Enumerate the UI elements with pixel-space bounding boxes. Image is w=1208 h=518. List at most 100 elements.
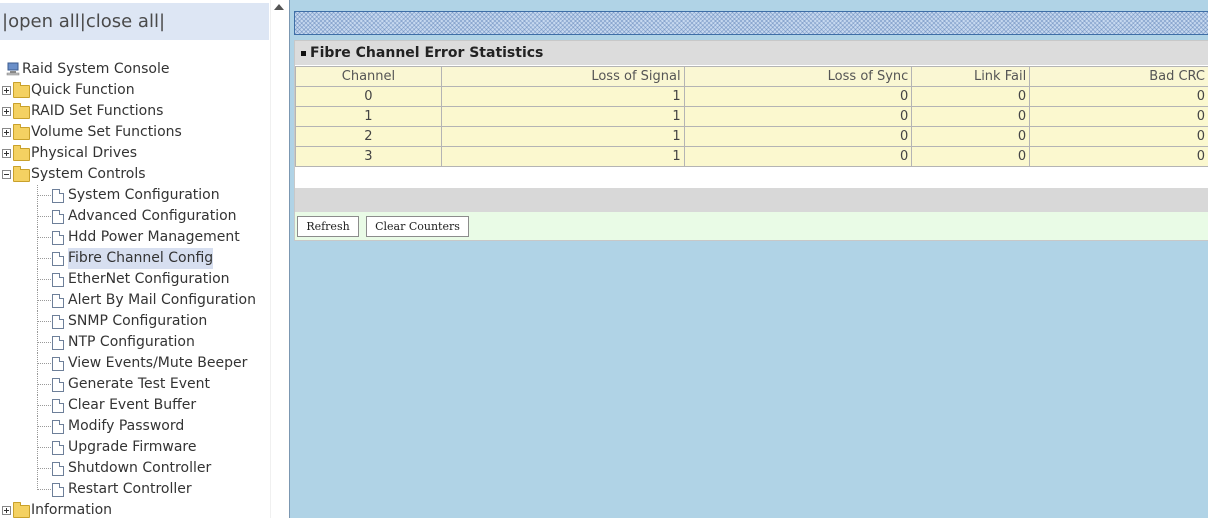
folder-label: System Controls bbox=[31, 166, 146, 182]
folder-label: Information bbox=[31, 502, 113, 518]
tree-item-label: Fibre Channel Config bbox=[68, 248, 214, 269]
column-header: Loss of Sync bbox=[683, 66, 913, 87]
tree-item-label: Restart Controller bbox=[68, 481, 192, 497]
open-all-link[interactable]: open all bbox=[8, 11, 80, 32]
content-frame: Fibre Channel Error Statistics Channel L… bbox=[289, 0, 1208, 518]
tree-folder-physical-drives[interactable]: Physical Drives bbox=[0, 143, 270, 164]
page-icon bbox=[52, 294, 64, 308]
table-cell: 1 bbox=[440, 146, 685, 167]
expand-icon[interactable] bbox=[2, 86, 11, 95]
header-pattern-bar bbox=[294, 11, 1208, 35]
tree-item-label: System Configuration bbox=[68, 187, 220, 203]
table-row: 2 1 0 0 0 bbox=[295, 126, 1208, 147]
separator-bar bbox=[295, 188, 1208, 212]
table-row: 0 1 0 0 0 bbox=[295, 86, 1208, 107]
tree-folder-information[interactable]: Information bbox=[0, 500, 270, 518]
tree-folder-system-controls[interactable]: System Controls bbox=[0, 164, 270, 185]
fibre-channel-stats-panel: Fibre Channel Error Statistics Channel L… bbox=[294, 40, 1208, 241]
tree-item-advanced-configuration[interactable]: Advanced Configuration bbox=[0, 206, 270, 227]
page-icon bbox=[52, 252, 64, 266]
tree-folder-quick-function[interactable]: Quick Function bbox=[0, 80, 270, 101]
tree-item-hdd-power-management[interactable]: Hdd Power Management bbox=[0, 227, 270, 248]
folder-icon bbox=[13, 82, 30, 98]
expand-icon[interactable] bbox=[2, 506, 11, 515]
folder-icon bbox=[13, 502, 30, 518]
navigation-frame: |open all|close all| Raid System Console… bbox=[0, 0, 289, 518]
tree-item-view-events[interactable]: View Events/Mute Beeper bbox=[0, 353, 270, 374]
table-cell: 0 bbox=[683, 86, 913, 107]
table-cell: 1 bbox=[440, 106, 685, 127]
bullet-icon bbox=[301, 50, 306, 56]
tree-item-alert-by-mail-configuration[interactable]: Alert By Mail Configuration bbox=[0, 290, 270, 311]
table-cell: 0 bbox=[295, 86, 442, 107]
tree-item-label: Advanced Configuration bbox=[68, 208, 237, 224]
table-cell: 0 bbox=[683, 126, 913, 147]
table-row: 3 1 0 0 0 bbox=[295, 146, 1208, 167]
table-cell: 1 bbox=[440, 86, 685, 107]
tree-item-modify-password[interactable]: Modify Password bbox=[0, 416, 270, 437]
tree-item-label: Generate Test Event bbox=[68, 376, 210, 392]
table-cell: 1 bbox=[440, 126, 685, 147]
vertical-scrollbar[interactable] bbox=[270, 0, 289, 518]
tree-item-system-configuration[interactable]: System Configuration bbox=[0, 185, 270, 206]
error-statistics-table: Channel Loss of Signal Loss of Sync Link… bbox=[295, 66, 1208, 167]
column-header: Bad CRC bbox=[1029, 66, 1208, 87]
folder-label: Physical Drives bbox=[31, 145, 138, 161]
page-icon bbox=[52, 378, 64, 392]
page-icon bbox=[52, 399, 64, 413]
expand-icon[interactable] bbox=[2, 128, 11, 137]
tree-item-label: Upgrade Firmware bbox=[68, 439, 197, 455]
page-icon bbox=[52, 462, 64, 476]
collapse-icon[interactable] bbox=[2, 170, 11, 179]
table-header-row: Channel Loss of Signal Loss of Sync Link… bbox=[295, 66, 1208, 87]
table-cell: 1 bbox=[295, 106, 442, 127]
table-cell: 0 bbox=[911, 146, 1031, 167]
column-header: Link Fail bbox=[911, 66, 1031, 87]
expand-icon[interactable] bbox=[2, 107, 11, 116]
expand-icon[interactable] bbox=[2, 149, 11, 158]
tree-item-fibre-channel-config[interactable]: Fibre Channel Config bbox=[0, 248, 270, 269]
tree-folder-raid-set-functions[interactable]: RAID Set Functions bbox=[0, 101, 270, 122]
folder-label: Quick Function bbox=[31, 82, 135, 98]
table-cell: 0 bbox=[1029, 126, 1208, 147]
tree-item-ntp-configuration[interactable]: NTP Configuration bbox=[0, 332, 270, 353]
tree-item-restart-controller[interactable]: Restart Controller bbox=[0, 479, 270, 500]
table-cell: 2 bbox=[295, 126, 442, 147]
clear-counters-button[interactable]: Clear Counters bbox=[366, 216, 469, 237]
table-cell: 0 bbox=[1029, 146, 1208, 167]
tree-item-label: NTP Configuration bbox=[68, 334, 195, 350]
folder-icon bbox=[13, 103, 30, 119]
refresh-button[interactable]: Refresh bbox=[297, 216, 359, 237]
folder-icon bbox=[13, 124, 30, 140]
tree-item-label: EtherNet Configuration bbox=[68, 271, 230, 287]
page-icon bbox=[52, 273, 64, 287]
table-cell: 0 bbox=[683, 146, 913, 167]
page-icon bbox=[52, 231, 64, 245]
page-icon bbox=[52, 189, 64, 203]
tree-item-clear-event-buffer[interactable]: Clear Event Buffer bbox=[0, 395, 270, 416]
table-cell: 0 bbox=[683, 106, 913, 127]
table-cell: 0 bbox=[1029, 106, 1208, 127]
tree-folder-volume-set-functions[interactable]: Volume Set Functions bbox=[0, 122, 270, 143]
tree-item-ethernet-configuration[interactable]: EtherNet Configuration bbox=[0, 269, 270, 290]
page-icon bbox=[52, 315, 64, 329]
console-icon bbox=[6, 62, 20, 76]
tree-item-generate-test-event[interactable]: Generate Test Event bbox=[0, 374, 270, 395]
tree-item-label: Modify Password bbox=[68, 418, 185, 434]
tree-root[interactable]: Raid System Console bbox=[0, 59, 270, 80]
table-cell: 0 bbox=[911, 106, 1031, 127]
tree-item-label: Shutdown Controller bbox=[68, 460, 212, 476]
tree-item-snmp-configuration[interactable]: SNMP Configuration bbox=[0, 311, 270, 332]
close-all-link[interactable]: close all bbox=[86, 11, 159, 32]
scroll-up-arrow-icon[interactable] bbox=[274, 4, 284, 10]
page-icon bbox=[52, 336, 64, 350]
tree-item-label: Alert By Mail Configuration bbox=[68, 292, 256, 308]
tree-item-label: View Events/Mute Beeper bbox=[68, 355, 248, 371]
open-folder-icon bbox=[13, 166, 30, 182]
tree-item-upgrade-firmware[interactable]: Upgrade Firmware bbox=[0, 437, 270, 458]
tree-item-shutdown-controller[interactable]: Shutdown Controller bbox=[0, 458, 270, 479]
column-header: Loss of Signal bbox=[440, 66, 685, 87]
page-icon bbox=[52, 210, 64, 224]
column-header: Channel bbox=[295, 66, 442, 87]
folder-icon bbox=[13, 145, 30, 161]
